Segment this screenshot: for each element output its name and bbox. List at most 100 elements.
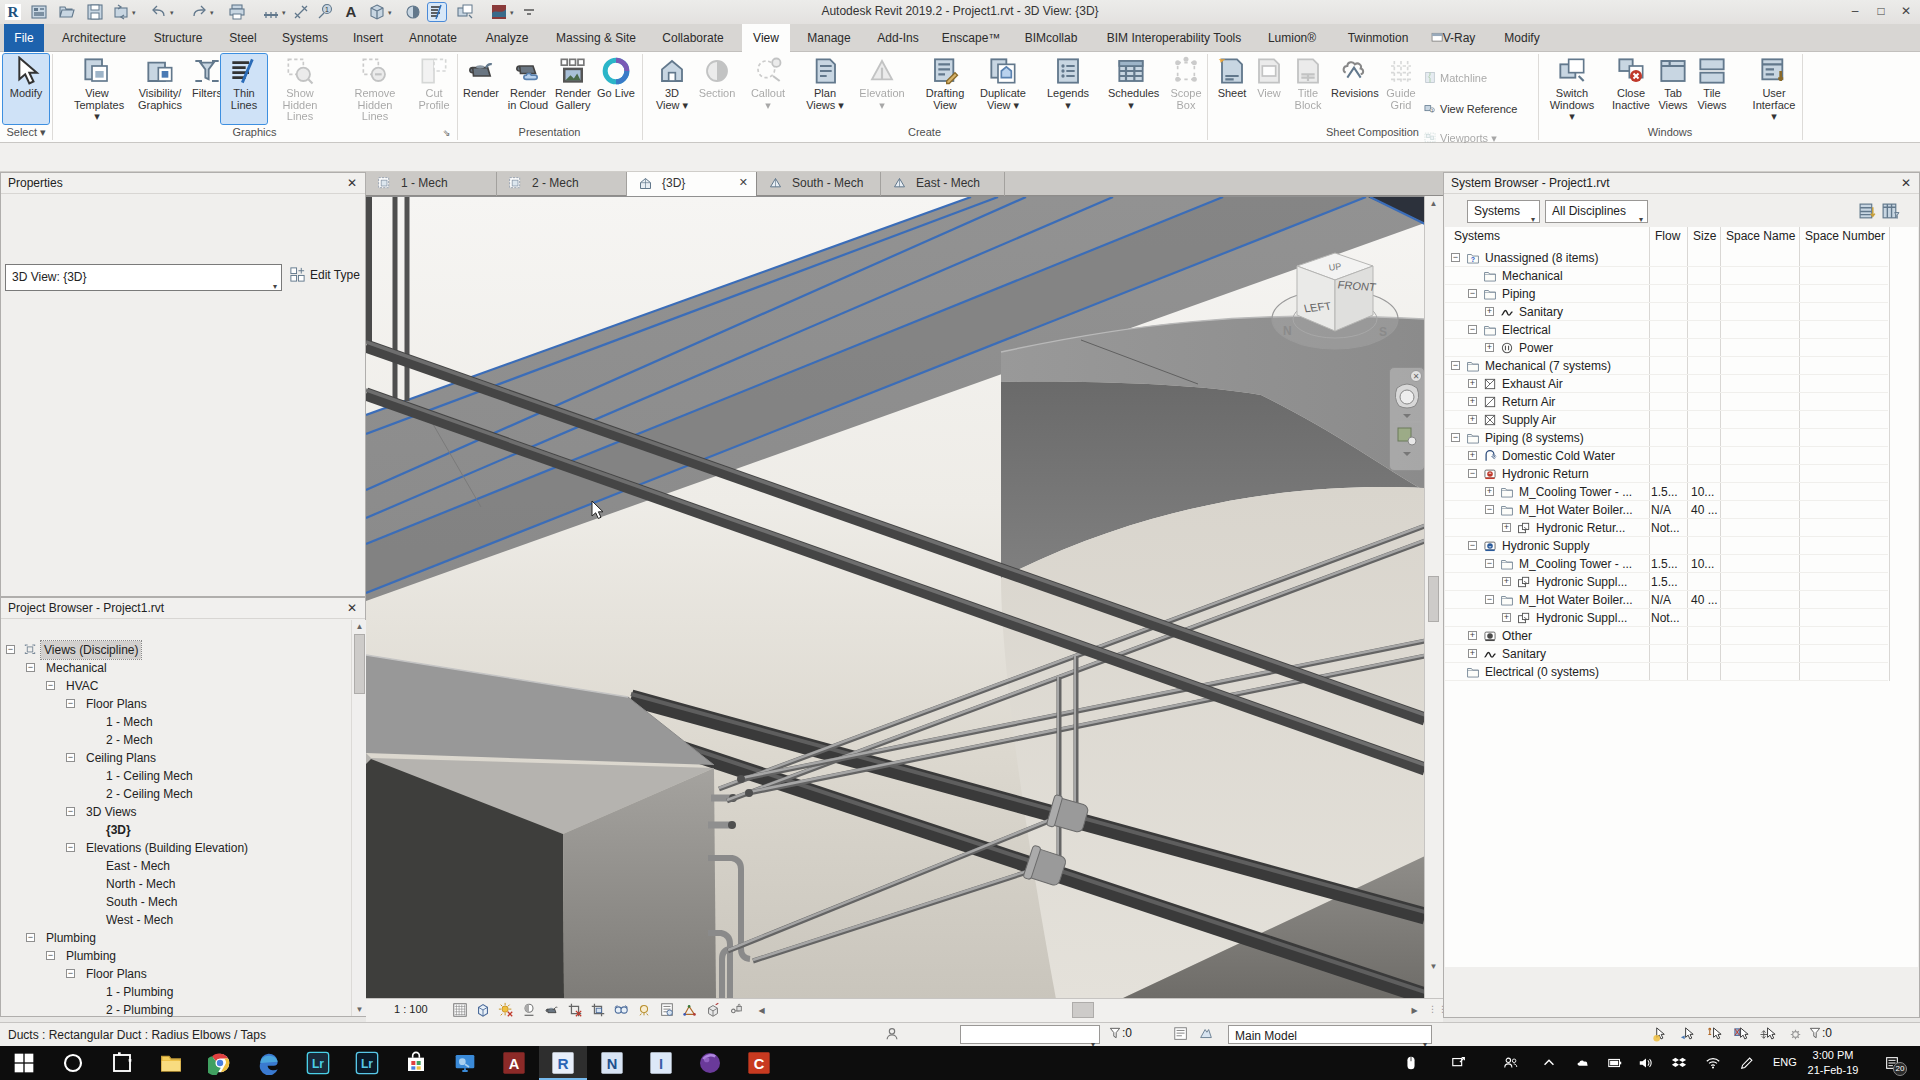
collapse-icon[interactable]: −: [1468, 289, 1477, 298]
taskbar-icon-app-sphere[interactable]: [698, 1051, 722, 1075]
taskbar-icon-microsoft-store[interactable]: [404, 1051, 428, 1075]
ribbon-button-render-gallery[interactable]: RenderGallery: [550, 54, 596, 124]
design-options-icon[interactable]: [1198, 1026, 1214, 1042]
select-links-icon[interactable]: [1652, 1026, 1669, 1043]
ribbon-button-view-reference[interactable]: 1View Reference: [1423, 102, 1517, 117]
ribbon-button-revisions[interactable]: Revisions: [1331, 54, 1377, 124]
tree-item-3d-views[interactable]: −3D Views: [1, 803, 345, 821]
show-analytical-model-icon[interactable]: [682, 1002, 698, 1018]
taskbar-icon-app-c[interactable]: C: [747, 1051, 771, 1075]
ribbon-button-tile-views[interactable]: TileViews: [1689, 54, 1735, 124]
hscroll-right-arrow[interactable]: ▶: [1409, 1005, 1420, 1016]
viewport-vertical-scrollbar[interactable]: ▲ ▼: [1424, 196, 1443, 998]
ribbon-button-switch-windows-[interactable]: SwitchWindows ▾: [1549, 54, 1595, 124]
compass-s[interactable]: S: [1379, 325, 1387, 339]
ribbon-button-close-inactive[interactable]: CloseInactive: [1608, 54, 1654, 124]
project-browser-scrollbar[interactable]: ▲ ▼: [351, 620, 366, 1016]
measure-icon[interactable]: [262, 3, 280, 21]
tree-item-2-mech[interactable]: 2 - Mech: [1, 731, 345, 749]
expand-icon[interactable]: +: [1468, 631, 1477, 640]
taskbar-icon-file-explorer[interactable]: [159, 1051, 183, 1075]
menu-tab-add-ins[interactable]: Add-Ins: [868, 24, 928, 52]
ribbon-button-drafting-view[interactable]: DraftingView: [922, 54, 968, 124]
temporary-view-properties-icon[interactable]: [659, 1002, 675, 1018]
tree-item-1-ceiling-mech[interactable]: 1 - Ceiling Mech: [1, 767, 345, 785]
ribbon-button-schedules-[interactable]: Schedules▾: [1108, 54, 1154, 124]
menu-tab-annotate[interactable]: Annotate: [400, 24, 466, 52]
tray-icon-chevron-up[interactable]: [1541, 1055, 1557, 1071]
menu-tab-steel[interactable]: Steel: [220, 24, 266, 52]
tree-item-floor-plans[interactable]: −Floor Plans: [1, 695, 345, 713]
ribbon-button-legends-[interactable]: Legends▾: [1045, 54, 1091, 124]
system-row-m-hot-water-boiler-[interactable]: −M_Hot Water Boiler...N/A40 ...: [1445, 591, 1888, 609]
collapse-icon[interactable]: −: [66, 843, 75, 852]
save-icon[interactable]: [86, 3, 104, 21]
menu-tab-bim-interoperability-tools[interactable]: BIM Interoperability Tools: [1096, 24, 1252, 52]
disciplines-filter-dropdown[interactable]: All Disciplines▾: [1545, 200, 1648, 223]
design-options-dropdown[interactable]: Main Model▾: [1228, 1025, 1432, 1044]
system-browser-close-icon[interactable]: ✕: [1899, 176, 1913, 190]
tree-item-elevations-building-elevation-[interactable]: −Elevations (Building Elevation): [1, 839, 345, 857]
highlight-displacement-sets-icon[interactable]: [705, 1002, 721, 1018]
workset-filter-icon[interactable]: :0: [1108, 1026, 1132, 1040]
close-button[interactable]: ✕: [1899, 5, 1913, 19]
tray-icon-onedrive[interactable]: [1575, 1055, 1591, 1071]
tray-icon-people[interactable]: [1503, 1055, 1519, 1071]
tree-item-plumbing[interactable]: −Plumbing: [1, 947, 345, 965]
color-fill-icon[interactable]: [490, 3, 508, 21]
taskbar-icon-start[interactable]: [12, 1051, 36, 1075]
system-row-unassigned-8-items-[interactable]: −?Unassigned (8 items): [1445, 249, 1888, 267]
tray-icon-pen[interactable]: [1739, 1055, 1755, 1071]
open-icon[interactable]: [58, 3, 76, 21]
expand-icon[interactable]: +: [1502, 523, 1511, 532]
view-tab-2-mech[interactable]: 2 - Mech: [497, 172, 627, 196]
menu-tab-analyze[interactable]: Analyze: [474, 24, 540, 52]
switch-windows-dropdown-icon[interactable]: ▾: [510, 9, 514, 17]
system-row-m-cooling-tower-[interactable]: −M_Cooling Tower - ...1.5...10...: [1445, 555, 1888, 573]
thin-lines-active-icon[interactable]: [428, 3, 446, 21]
menu-tab-bimcollab[interactable]: BIMcollab: [1014, 24, 1088, 52]
navigation-bar[interactable]: ✕: [1389, 367, 1425, 471]
default-3d-view-icon[interactable]: [368, 3, 386, 21]
ribbon-button-duplicate-view-[interactable]: DuplicateView ▾: [980, 54, 1026, 124]
system-row-sanitary[interactable]: +Sanitary: [1445, 645, 1888, 663]
tag-icon[interactable]: 1: [316, 3, 334, 21]
menu-tab-collaborate[interactable]: Collaborate: [652, 24, 734, 52]
tree-item-east-mech[interactable]: East - Mech: [1, 857, 345, 875]
system-row-hydronic-retur-[interactable]: +Hydronic Retur...Not...: [1445, 519, 1888, 537]
ribbon-button-thin-lines[interactable]: ThinLines: [221, 54, 267, 124]
viewcube-up-face[interactable]: UP: [1328, 261, 1342, 273]
system-row-m-hot-water-boiler-[interactable]: −M_Hot Water Boiler...N/A40 ...: [1445, 501, 1888, 519]
collapse-icon[interactable]: −: [1485, 559, 1494, 568]
collapse-icon[interactable]: −: [26, 663, 35, 672]
menu-tab-architecture[interactable]: Architecture: [52, 24, 136, 52]
ribbon-button-modify[interactable]: Modify: [3, 54, 49, 124]
tree-item-plumbing[interactable]: −Plumbing: [1, 929, 345, 947]
temporary-hide-isolate-icon[interactable]: [613, 1002, 629, 1018]
system-row-exhaust-air[interactable]: +Exhaust Air: [1445, 375, 1888, 393]
drag-on-selection-icon[interactable]: [1760, 1026, 1777, 1043]
text-icon[interactable]: A: [342, 3, 360, 21]
system-row-hydronic-return[interactable]: −Hydronic Return: [1445, 465, 1888, 483]
system-row-electrical[interactable]: −Electrical: [1445, 321, 1888, 339]
expand-icon[interactable]: +: [1468, 451, 1477, 460]
view-tab-1-mech[interactable]: 1 - Mech: [366, 172, 497, 196]
collapse-icon[interactable]: −: [1451, 433, 1460, 442]
settings-gear-icon[interactable]: [1787, 1026, 1804, 1043]
tree-item-ceiling-plans[interactable]: −Ceiling Plans: [1, 749, 345, 767]
menu-tab-view[interactable]: View: [742, 24, 790, 52]
ribbon-button-go-live[interactable]: Go Live: [593, 54, 639, 124]
minimize-button[interactable]: –: [1848, 5, 1862, 19]
type-selector[interactable]: 3D View: {3D}▾: [5, 264, 282, 291]
taskbar-icon-search[interactable]: [61, 1051, 85, 1075]
reveal-constraints-icon[interactable]: [728, 1002, 744, 1018]
collapse-icon[interactable]: −: [1451, 253, 1460, 262]
system-row-mechanical[interactable]: Mechanical: [1445, 267, 1888, 285]
view-scale-button[interactable]: 1 : 100: [394, 1003, 428, 1015]
system-row-supply-air[interactable]: +Supply Air: [1445, 411, 1888, 429]
scroll-up-arrow[interactable]: ▲: [1428, 198, 1439, 209]
menu-tab-lumion-[interactable]: Lumion®: [1260, 24, 1324, 52]
menu-tab-systems[interactable]: Systems: [274, 24, 336, 52]
collapse-icon[interactable]: −: [46, 951, 55, 960]
system-row-domestic-cold-water[interactable]: +Domestic Cold Water: [1445, 447, 1888, 465]
